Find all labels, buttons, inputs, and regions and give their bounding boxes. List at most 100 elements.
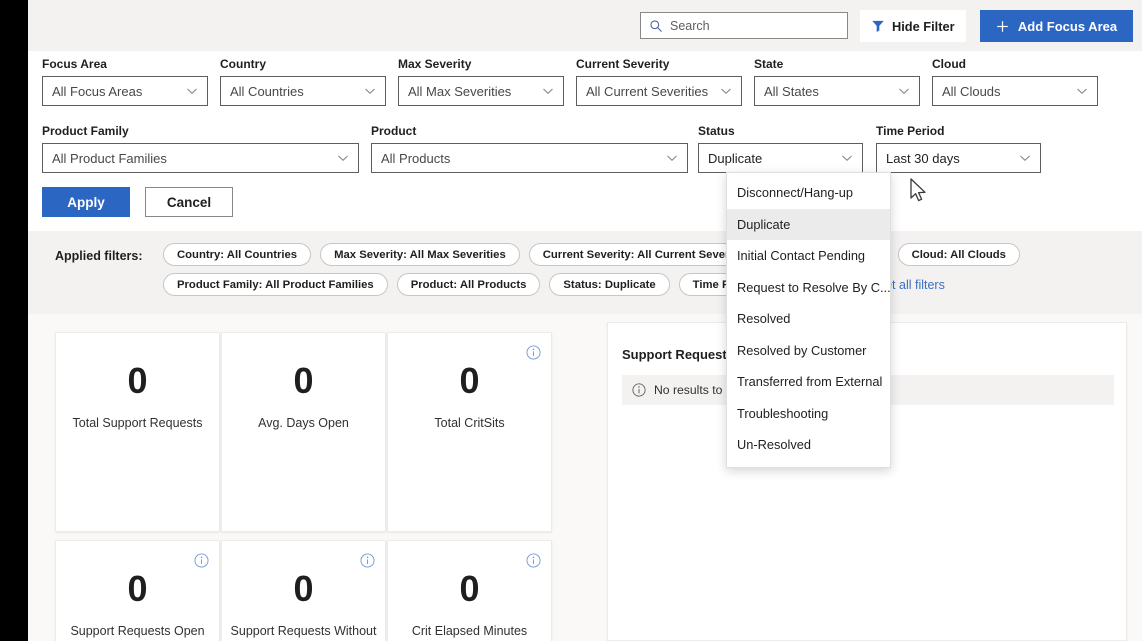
filter-label: Current Severity <box>576 57 670 71</box>
mouse-cursor <box>910 178 926 202</box>
time-period-select[interactable]: Last 30 days <box>876 143 1041 173</box>
status-select[interactable]: Duplicate <box>698 143 863 173</box>
command-bar: Hide Filter Add Focus Area <box>28 0 1142 51</box>
dashboard-content: 0 Total Support Requests 0 Avg. Days Ope… <box>28 314 1142 641</box>
filter-chip[interactable]: Product: All Products <box>396 273 541 296</box>
cloud-select[interactable]: All Clouds <box>932 76 1098 106</box>
metric-value: 0 <box>127 568 148 609</box>
chevron-down-icon <box>1077 88 1087 95</box>
filter-focus-area: Focus Area All Focus Areas <box>42 57 208 106</box>
select-value: All States <box>764 83 819 99</box>
chevron-down-icon <box>667 155 677 162</box>
chevron-down-icon <box>899 88 909 95</box>
max-severity-select[interactable]: All Max Severities <box>398 76 564 106</box>
metric-card[interactable]: 0 Crit Elapsed Minutes <box>387 540 552 641</box>
dropdown-option[interactable]: Troubleshooting <box>727 398 890 430</box>
filter-chip[interactable]: Status: Duplicate <box>549 273 670 296</box>
metric-caption: Total Support Requests <box>72 416 203 430</box>
filter-product: Product All Products <box>371 124 688 173</box>
metric-value: 0 <box>459 568 480 609</box>
dropdown-option[interactable]: Initial Contact Pending <box>727 240 890 272</box>
filter-product-family: Product Family All Product Families <box>42 124 359 173</box>
dropdown-option[interactable]: Disconnect/Hang-up <box>727 177 890 209</box>
metric-card[interactable]: 0 Support Requests Without Contact >3 <box>221 540 386 641</box>
chevron-down-icon <box>842 155 852 162</box>
chevron-down-icon <box>365 88 375 95</box>
filter-label: Status <box>698 124 735 138</box>
search-icon <box>650 19 662 32</box>
chevron-down-icon <box>1020 155 1030 162</box>
status-dropdown-menu[interactable]: Disconnect/Hang-up Duplicate Initial Con… <box>726 172 891 468</box>
metric-value: 0 <box>459 360 480 401</box>
filter-current-severity: Current Severity All Current Severities <box>576 57 742 106</box>
filter-time-period: Time Period Last 30 days <box>876 124 1041 173</box>
metric-caption: Support Requests Open >10 Days <box>70 624 205 638</box>
filter-label: Cloud <box>932 57 966 71</box>
filter-status: Status Duplicate <box>698 124 863 173</box>
metric-card[interactable]: 0 Avg. Days Open <box>221 332 386 532</box>
application-window: Hide Filter Add Focus Area Focus Area Al… <box>28 0 1142 641</box>
product-select[interactable]: All Products <box>371 143 688 173</box>
filter-funnel-icon <box>872 20 884 33</box>
info-icon[interactable] <box>194 553 209 568</box>
filter-country: Country All Countries <box>220 57 386 106</box>
metric-caption: Support Requests Without Contact >3 <box>230 624 377 638</box>
current-severity-select[interactable]: All Current Severities <box>576 76 742 106</box>
filter-chip[interactable]: Cloud: All Clouds <box>897 243 1020 266</box>
filter-chip[interactable]: Country: All Countries <box>163 243 312 266</box>
info-icon[interactable] <box>526 345 541 360</box>
apply-button[interactable]: Apply <box>42 187 130 217</box>
chevron-down-icon <box>721 88 731 95</box>
metric-caption: Total CritSits <box>434 416 505 430</box>
country-select[interactable]: All Countries <box>220 76 386 106</box>
filter-label: Max Severity <box>398 57 472 71</box>
filter-label: Product Family <box>42 124 129 138</box>
filter-label: Product <box>371 124 417 138</box>
filter-chip-list: Country: All Countries Max Severity: All… <box>163 243 1123 296</box>
add-focus-area-button[interactable]: Add Focus Area <box>980 10 1133 42</box>
select-value: Last 30 days <box>886 150 960 166</box>
hide-filter-label: Hide Filter <box>892 18 955 34</box>
state-select[interactable]: All States <box>754 76 920 106</box>
filter-label: Country <box>220 57 266 71</box>
filter-label: Time Period <box>876 124 945 138</box>
dropdown-option[interactable]: Resolved <box>727 303 890 335</box>
metric-value: 0 <box>127 360 148 401</box>
screen-root: Hide Filter Add Focus Area Focus Area Al… <box>0 0 1142 641</box>
metric-card[interactable]: 0 Total CritSits <box>387 332 552 532</box>
metric-value: 0 <box>293 568 314 609</box>
dropdown-option[interactable]: Transferred from External <box>727 366 890 398</box>
metric-value: 0 <box>293 360 314 401</box>
search-input[interactable] <box>670 18 839 33</box>
plus-icon <box>997 20 1008 32</box>
applied-filters-bar: Applied filters: Country: All Countries … <box>28 231 1142 314</box>
focus-area-select[interactable]: All Focus Areas <box>42 76 208 106</box>
filter-panel: Focus Area All Focus Areas Country All C… <box>28 51 1142 231</box>
dropdown-option[interactable]: Request to Resolve By C... <box>727 272 890 304</box>
filter-chip[interactable]: Product Family: All Product Families <box>163 273 388 296</box>
search-box[interactable] <box>640 12 848 39</box>
filter-chip[interactable]: Max Severity: All Max Severities <box>320 243 520 266</box>
chevron-down-icon <box>338 155 348 162</box>
dropdown-option-selected[interactable]: Duplicate <box>727 208 890 240</box>
metric-card[interactable]: 0 Support Requests Open >10 Days <box>55 540 220 641</box>
chevron-down-icon <box>543 88 553 95</box>
select-value: Duplicate <box>708 150 763 166</box>
select-value: All Product Families <box>52 150 167 166</box>
metric-caption: Avg. Days Open <box>258 416 349 430</box>
product-family-select[interactable]: All Product Families <box>42 143 359 173</box>
filter-max-severity: Max Severity All Max Severities <box>398 57 564 106</box>
filter-state: State All States <box>754 57 920 106</box>
dropdown-option[interactable]: Un-Resolved <box>727 429 890 461</box>
info-icon[interactable] <box>526 553 541 568</box>
metric-card[interactable]: 0 Total Support Requests <box>55 332 220 532</box>
select-value: All Countries <box>230 83 304 99</box>
filter-label: State <box>754 57 784 71</box>
dropdown-option[interactable]: Resolved by Customer <box>727 335 890 367</box>
info-icon[interactable] <box>360 553 375 568</box>
hide-filter-button[interactable]: Hide Filter <box>860 10 966 42</box>
cancel-button[interactable]: Cancel <box>145 187 233 217</box>
select-value: All Focus Areas <box>52 83 143 99</box>
select-value: All Max Severities <box>408 83 512 99</box>
chevron-down-icon <box>187 88 197 95</box>
